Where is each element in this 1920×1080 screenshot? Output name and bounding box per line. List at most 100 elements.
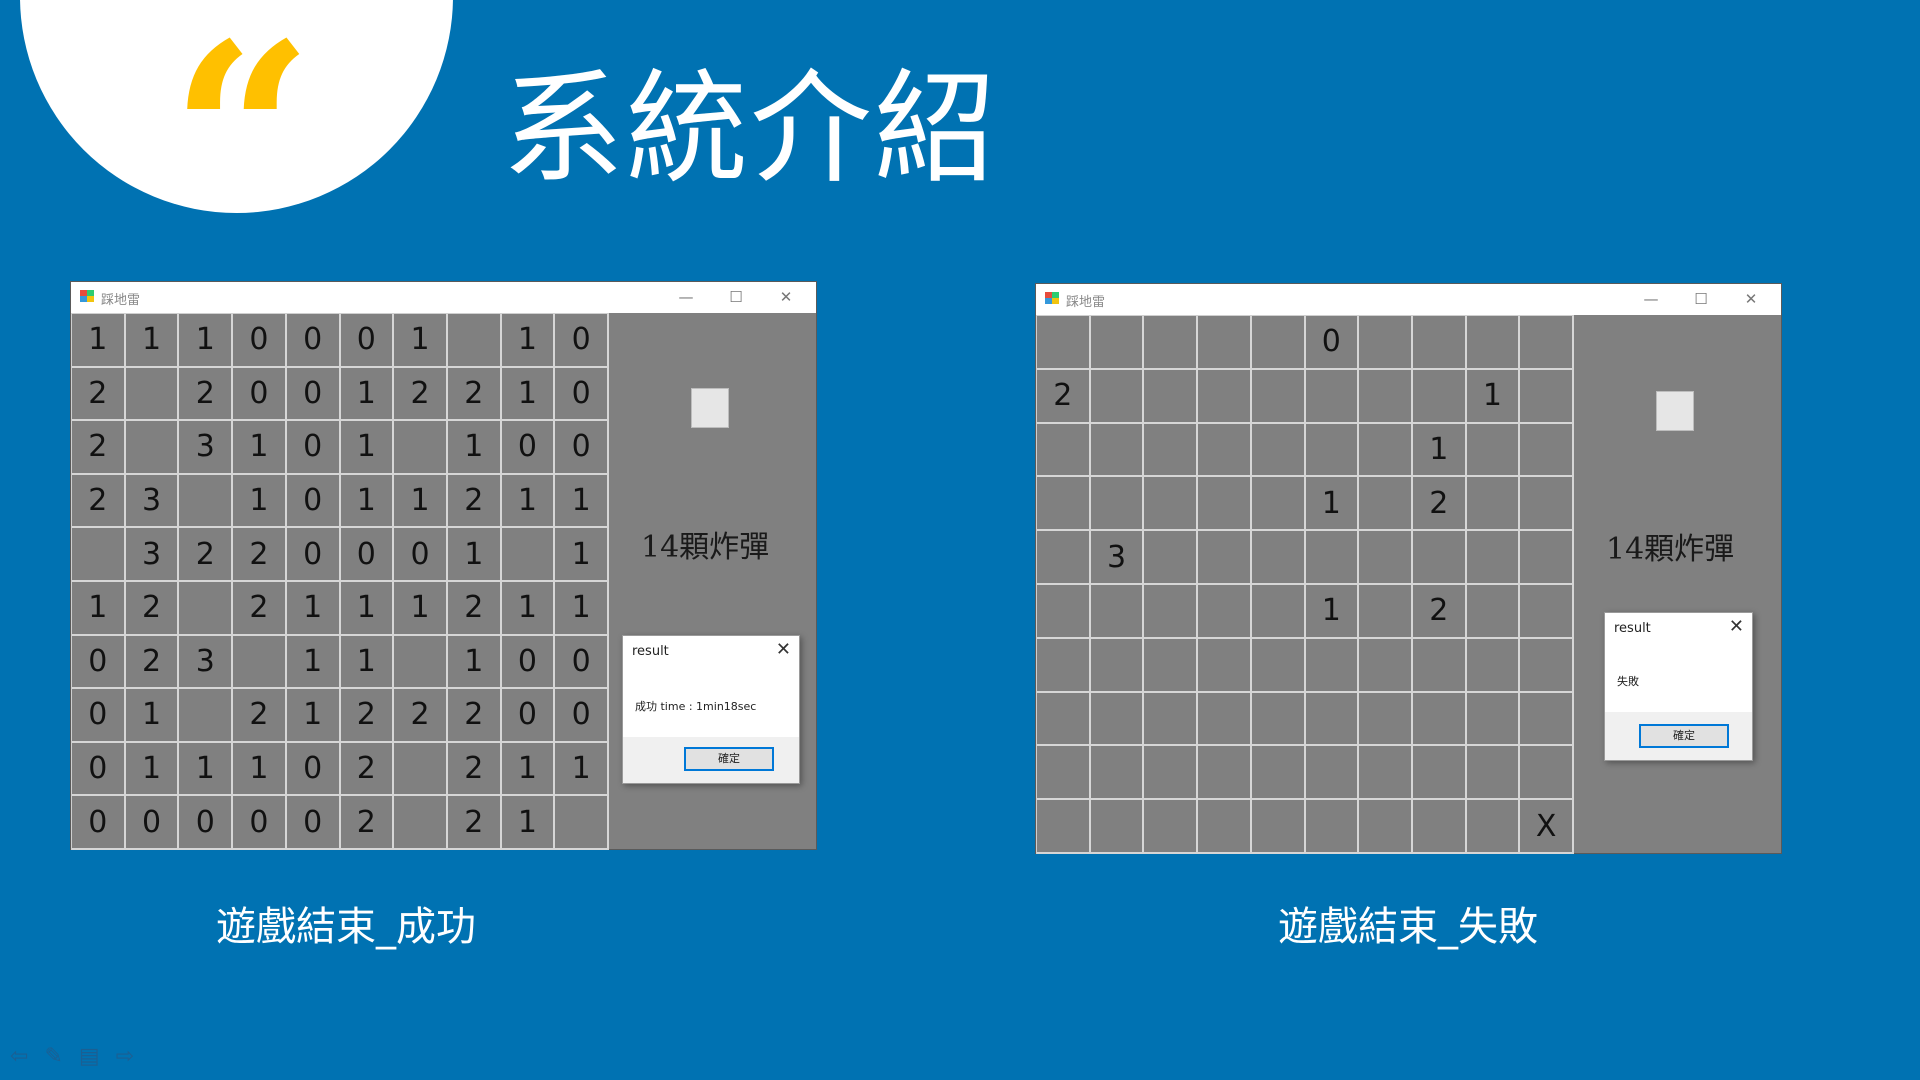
grid-cell[interactable] [1466,800,1521,854]
grid-cell[interactable]: 2 [447,474,502,529]
grid-cell[interactable] [1305,423,1360,478]
grid-cell[interactable]: 2 [1412,584,1467,639]
grid-cell[interactable] [1251,692,1306,747]
close-button[interactable]: ✕ [766,286,806,308]
grid-cell[interactable] [1037,746,1091,801]
grid-cell[interactable] [1412,531,1467,585]
grid-cell[interactable]: 0 [555,689,609,743]
grid-cell[interactable] [1251,638,1306,693]
grid-cell[interactable]: 1 [1412,423,1467,478]
grid-cell[interactable]: 1 [125,689,180,743]
grid-cell[interactable]: 1 [72,581,126,636]
grid-cell[interactable] [1090,423,1145,478]
grid-cell[interactable]: 1 [125,742,180,797]
grid-cell[interactable] [1412,369,1467,424]
window-titlebar[interactable]: 踩地雷 — ☐ ✕ [1036,284,1781,315]
grid-cell[interactable]: 2 [340,796,395,850]
grid-cell[interactable]: 1 [555,742,609,797]
grid-cell[interactable] [1251,423,1306,478]
grid-cell[interactable]: 3 [179,635,234,690]
grid-cell[interactable] [394,421,448,475]
grid-cell[interactable]: 1 [72,314,126,368]
grid-cell[interactable] [1090,584,1145,639]
grid-cell[interactable] [1144,316,1199,370]
grid-cell[interactable] [1520,316,1574,370]
grid-cell[interactable] [1198,800,1252,854]
grid-cell[interactable] [1359,584,1413,639]
grid-cell[interactable] [1251,369,1306,424]
grid-cell[interactable] [1198,746,1252,801]
maximize-button[interactable]: ☐ [716,286,756,308]
grid-cell[interactable] [1037,477,1091,532]
grid-cell[interactable] [1037,423,1091,478]
grid-cell[interactable] [1037,638,1091,693]
grid-cell[interactable]: 1 [501,796,556,850]
grid-cell[interactable]: 0 [233,367,287,422]
grid-cell[interactable]: 1 [286,635,341,690]
grid-cell[interactable]: 3 [125,474,180,529]
dialog-close-icon[interactable]: ✕ [1729,616,1744,637]
grid-cell[interactable] [1520,692,1574,747]
grid-cell[interactable] [1144,369,1199,424]
grid-cell[interactable]: 2 [394,367,448,422]
next-icon[interactable]: ⇨ [116,1044,134,1069]
grid-cell[interactable] [1198,477,1252,532]
grid-cell[interactable] [1251,800,1306,854]
grid-cell[interactable] [1037,800,1091,854]
grid-cell[interactable]: 2 [72,421,126,475]
grid-cell[interactable] [1412,316,1467,370]
grid-cell[interactable]: 1 [394,474,448,529]
dialog-close-icon[interactable]: ✕ [776,639,791,660]
grid-cell[interactable] [1144,638,1199,693]
grid-cell[interactable]: 0 [72,635,126,690]
reset-button[interactable] [691,388,729,428]
grid-cell[interactable]: 2 [233,528,287,582]
grid-cell[interactable] [394,742,448,797]
grid-cell[interactable] [1359,477,1413,532]
grid-cell[interactable]: 0 [179,796,234,850]
grid-cell[interactable] [1359,800,1413,854]
grid-cell[interactable]: 0 [555,367,609,422]
minimize-button[interactable]: — [1631,288,1671,310]
grid-cell[interactable] [1305,638,1360,693]
grid-cell[interactable]: 0 [286,796,341,850]
grid-cell[interactable] [1090,638,1145,693]
grid-cell[interactable]: 0 [340,314,395,368]
grid-cell[interactable] [1466,584,1521,639]
grid-cell[interactable]: 2 [447,581,502,636]
grid-cell[interactable]: 2 [447,796,502,850]
grid-cell[interactable]: 0 [555,314,609,368]
grid-cell[interactable] [394,796,448,850]
grid-cell[interactable]: 2 [72,474,126,529]
grid-cell[interactable]: 1 [340,635,395,690]
grid-cell[interactable] [1251,584,1306,639]
grid-cell[interactable] [1359,423,1413,478]
grid-cell[interactable]: 1 [555,581,609,636]
grid-cell[interactable]: 0 [233,796,287,850]
grid-cell[interactable] [1037,692,1091,747]
grid-cell[interactable]: 1 [340,421,395,475]
grid-cell[interactable] [1090,369,1145,424]
grid-cell[interactable]: 0 [286,474,341,529]
grid-cell[interactable] [1466,531,1521,585]
grid-cell[interactable] [1466,746,1521,801]
grid-cell[interactable] [179,581,234,636]
grid-cell[interactable]: 1 [501,314,556,368]
grid-cell[interactable]: 3 [125,528,180,582]
grid-cell[interactable]: 1 [179,314,234,368]
grid-cell[interactable] [1090,477,1145,532]
grid-cell[interactable]: 0 [72,689,126,743]
grid-cell[interactable]: 0 [286,314,341,368]
window-titlebar[interactable]: 踩地雷 — ☐ ✕ [71,282,816,313]
grid-cell[interactable] [1251,316,1306,370]
grid-cell[interactable] [1144,692,1199,747]
grid-cell[interactable] [1251,477,1306,532]
grid-cell[interactable]: 1 [233,421,287,475]
grid-cell[interactable] [125,421,180,475]
grid-cell[interactable]: 1 [340,581,395,636]
grid-cell[interactable] [1037,531,1091,585]
grid-cell[interactable]: 2 [394,689,448,743]
grid-cell[interactable] [1090,316,1145,370]
grid-cell[interactable] [1466,638,1521,693]
grid-cell[interactable] [1198,369,1252,424]
